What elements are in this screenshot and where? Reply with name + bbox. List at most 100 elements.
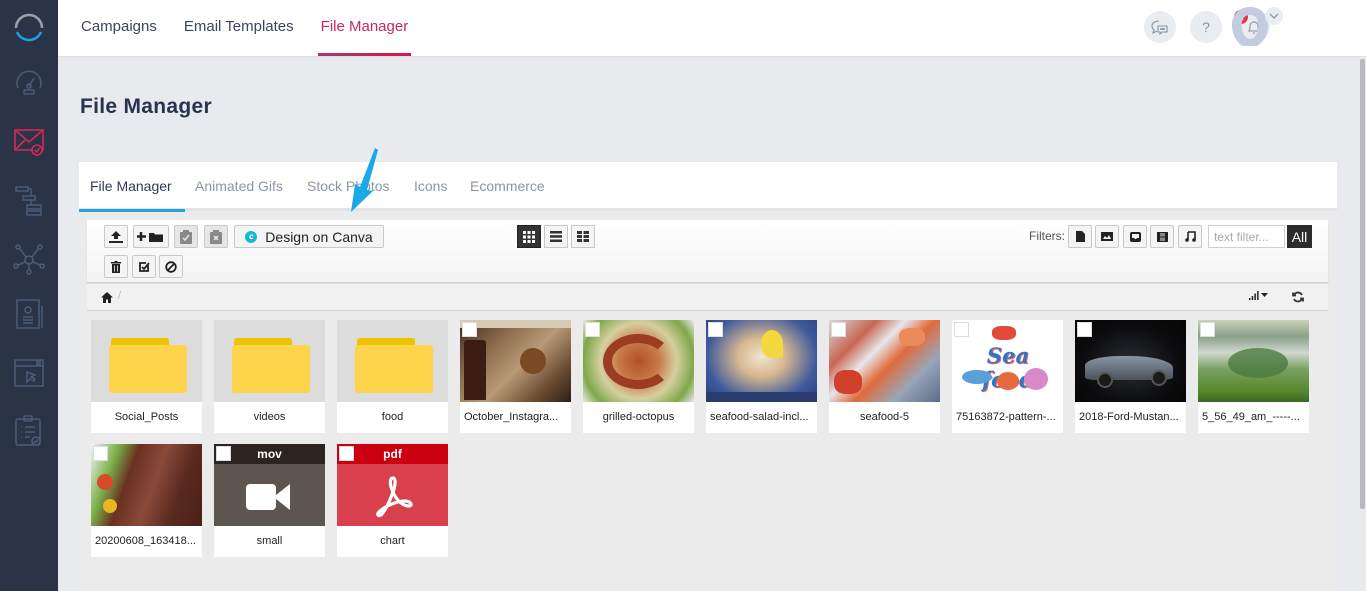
delete-button[interactable]: [104, 255, 128, 278]
sidebar-item-integrations[interactable]: [13, 243, 45, 275]
refresh-icon[interactable]: [1292, 291, 1304, 303]
nav-email-templates[interactable]: Email Templates: [184, 0, 294, 57]
select-checkbox[interactable]: [462, 322, 477, 337]
pdf-tile[interactable]: pdf chart: [337, 444, 448, 557]
top-navigation: Campaigns Email Templates File Manager: [81, 0, 435, 57]
crab-shape: [997, 372, 1019, 390]
filter-audio-button[interactable]: [1178, 225, 1202, 248]
video-tile[interactable]: mov small: [214, 444, 325, 557]
browser-cursor-icon: [14, 359, 44, 387]
file-name: seafood-salad-incl...: [710, 411, 809, 423]
sidebar: [0, 0, 58, 591]
filter-images-button[interactable]: [1095, 225, 1119, 248]
clipboard-check-icon: [180, 229, 192, 244]
tab-file-manager[interactable]: File Manager: [90, 178, 172, 194]
image-tile[interactable]: seafood-5: [829, 320, 940, 433]
filter-all-button[interactable]: All: [1287, 225, 1312, 248]
file-manager-tabs: File Manager Animated Gifs Stock Photos …: [79, 162, 1337, 212]
home-icon[interactable]: [101, 292, 113, 303]
image-icon: [1101, 232, 1113, 241]
lobster-shape: [834, 370, 862, 394]
file-toolbar: c Design on Canva Filters: text filter..…: [87, 220, 1328, 283]
scrollbar-thumb[interactable]: [1360, 59, 1365, 509]
clear-clipboard-button[interactable]: [204, 225, 228, 248]
select-checkbox[interactable]: [1200, 322, 1215, 337]
folder-icon: [109, 338, 187, 393]
file-icon: [1075, 231, 1085, 242]
grid-view-button[interactable]: [517, 225, 541, 248]
salmon-shape: [899, 328, 925, 346]
filter-archives-button[interactable]: [1123, 225, 1147, 248]
deselect-button[interactable]: [159, 255, 183, 278]
nav-file-manager[interactable]: File Manager: [317, 0, 411, 57]
sidebar-item-dashboard[interactable]: [13, 66, 45, 98]
image-tile[interactable]: 2018-Ford-Mustan...: [1075, 320, 1186, 433]
app-logo-icon[interactable]: [13, 11, 45, 43]
text-filter-input[interactable]: [1208, 225, 1285, 248]
details-view-button[interactable]: [571, 225, 595, 248]
select-checkbox[interactable]: [831, 322, 846, 337]
select-checkbox[interactable]: [585, 322, 600, 337]
chat-button[interactable]: [1144, 11, 1176, 43]
filter-documents-button[interactable]: [1068, 225, 1092, 248]
image-tile[interactable]: October_Instagra...: [460, 320, 571, 433]
select-checkbox[interactable]: [1077, 322, 1092, 337]
image-tile[interactable]: 5_56_49_am_-----...: [1198, 320, 1309, 433]
upload-button[interactable]: [104, 225, 128, 248]
new-folder-button[interactable]: [133, 225, 169, 248]
sidebar-item-email[interactable]: [13, 125, 45, 157]
pdf-acrobat-icon: [376, 476, 413, 518]
file-name: videos: [253, 411, 286, 423]
seafood-logo-text: Sea food: [982, 343, 1034, 392]
tab-animated-gifs[interactable]: Animated Gifs: [195, 178, 283, 194]
check-square-icon: [139, 261, 150, 272]
folder-tile[interactable]: Social_Posts: [91, 320, 202, 433]
tab-icons[interactable]: Icons: [414, 178, 447, 194]
chat-bubbles-icon: [1151, 20, 1168, 35]
add-folder-icon: [137, 231, 163, 242]
sidebar-item-forms[interactable]: [13, 414, 45, 446]
file-name: 5_56_49_am_-----...: [1202, 411, 1300, 423]
tab-ecommerce[interactable]: Ecommerce: [470, 178, 545, 194]
upload-icon: [109, 230, 123, 243]
sidebar-item-contacts[interactable]: [13, 298, 45, 330]
sort-button[interactable]: [1249, 291, 1268, 300]
sidebar-item-landing-pages[interactable]: [13, 357, 45, 389]
file-name: 75163872-pattern-...: [956, 411, 1056, 423]
sidebar-item-automation[interactable]: [13, 184, 45, 216]
select-checkbox[interactable]: [708, 322, 723, 337]
ban-icon: [165, 260, 177, 273]
breadcrumb-bar: /: [87, 284, 1328, 311]
grid-icon: [523, 230, 535, 243]
page-scrollbar[interactable]: [1359, 57, 1366, 591]
image-tile[interactable]: seafood-salad-incl...: [706, 320, 817, 433]
folder-tile[interactable]: food: [337, 320, 448, 433]
image-tile[interactable]: Sea food 75163872-pattern-...: [952, 320, 1063, 433]
lemon-shape: [761, 330, 783, 358]
envelope-check-icon: [14, 129, 44, 156]
list-icon: [550, 231, 562, 242]
folder-thumbnail: [91, 320, 202, 402]
account-menu-toggle[interactable]: [1265, 7, 1283, 25]
video-camera-icon: [246, 484, 290, 510]
folder-icon: [355, 338, 433, 393]
select-checkbox[interactable]: [93, 446, 108, 461]
image-tile[interactable]: 20200608_163418...: [91, 444, 202, 557]
select-checkbox[interactable]: [216, 446, 231, 461]
island-shape: [1228, 348, 1288, 378]
user-avatar[interactable]: [1229, 5, 1271, 47]
select-checkbox[interactable]: [954, 322, 969, 337]
design-on-canva-button[interactable]: c Design on Canva: [234, 225, 384, 248]
filter-videos-button[interactable]: [1150, 225, 1174, 248]
select-checkbox[interactable]: [339, 446, 354, 461]
list-view-button[interactable]: [544, 225, 568, 248]
image-tile[interactable]: grilled-octopus: [583, 320, 694, 433]
canva-button-label: Design on Canva: [265, 228, 373, 245]
select-all-button[interactable]: [132, 255, 156, 278]
paste-button[interactable]: [174, 225, 198, 248]
star-anise-shape: [520, 348, 546, 374]
folder-tile[interactable]: videos: [214, 320, 325, 433]
lobster-shape: [992, 326, 1016, 340]
help-button[interactable]: ?: [1190, 11, 1222, 43]
nav-campaigns[interactable]: Campaigns: [81, 0, 157, 57]
